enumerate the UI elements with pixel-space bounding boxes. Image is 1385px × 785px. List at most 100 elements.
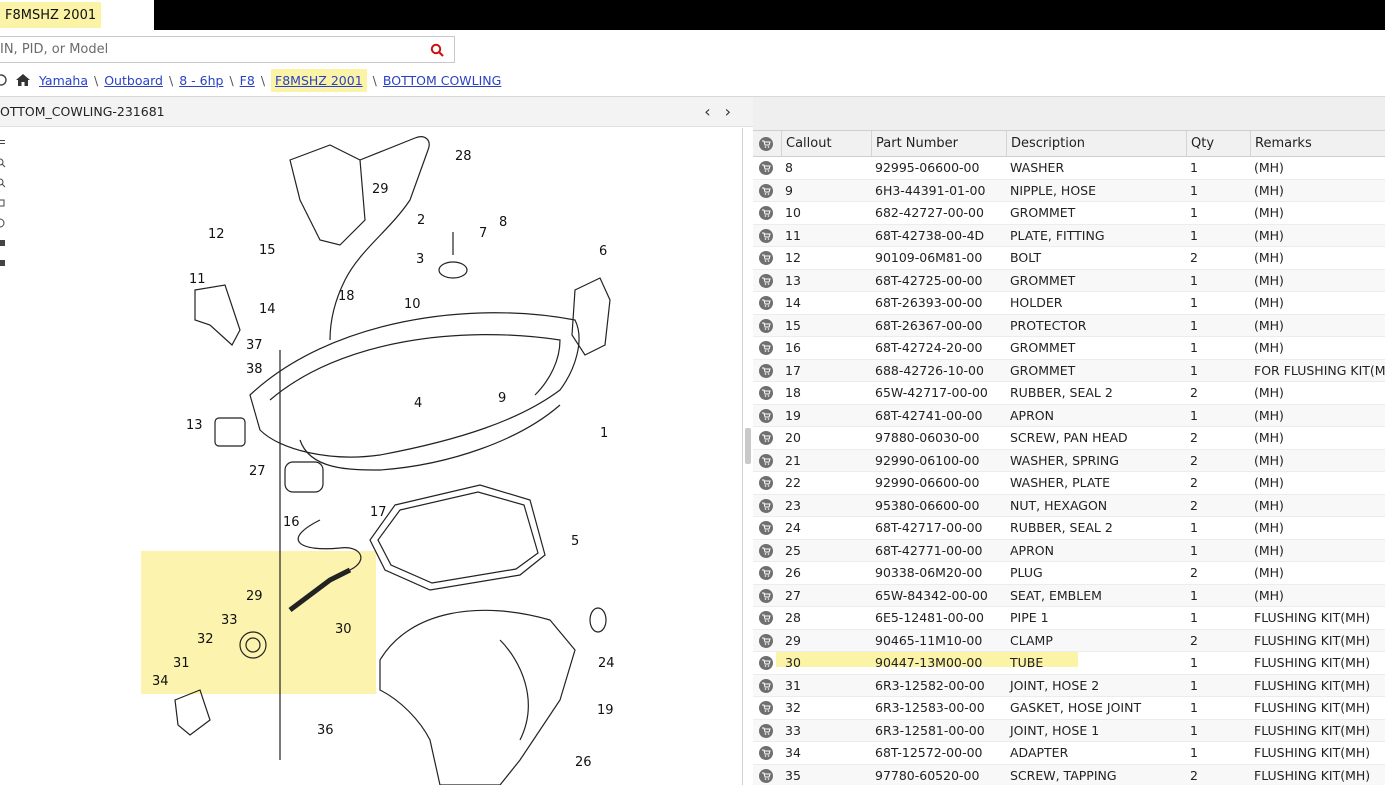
table-row[interactable]: 25 68T-42771-00-00 APRON 1 (MH) xyxy=(753,539,1385,562)
header-description[interactable]: Description xyxy=(1006,131,1186,156)
add-to-cart-button[interactable] xyxy=(753,183,781,198)
add-to-cart-button[interactable] xyxy=(753,610,781,626)
add-to-cart-button[interactable] xyxy=(753,543,781,558)
add-to-cart-button[interactable] xyxy=(753,318,781,333)
table-row[interactable]: 8 92995-06600-00 WASHER 1 (MH) xyxy=(753,157,1385,180)
table-row[interactable]: 28 6E5-12481-00-00 PIPE 1 1 FLUSHING KIT(MH) xyxy=(753,607,1385,630)
splitter-handle[interactable] xyxy=(745,428,751,464)
table-row[interactable]: 30 90447-13M00-00 TUBE 1 FLUSHING KIT(MH) xyxy=(753,652,1385,675)
table-row[interactable]: 24 68T-42717-00-00 RUBBER, SEAL 2 1 (MH) xyxy=(753,517,1385,540)
table-row[interactable]: 34 68T-12572-00-00 ADAPTER 1 FLUSHING KIT(MH… xyxy=(753,742,1385,765)
add-to-cart-button[interactable] xyxy=(753,295,781,311)
panel-splitter[interactable] xyxy=(742,128,752,785)
callout-label[interactable]: 29 xyxy=(246,589,263,604)
callout-label[interactable]: 10 xyxy=(404,297,421,312)
callout-label[interactable]: 15 xyxy=(259,243,276,258)
callout-label[interactable]: 38 xyxy=(246,362,263,377)
add-to-cart-button[interactable] xyxy=(753,678,781,693)
add-to-cart-button[interactable] xyxy=(753,655,781,671)
zoom-in-icon[interactable] xyxy=(0,153,10,173)
download-icon[interactable] xyxy=(0,253,10,273)
callout-label[interactable]: 9 xyxy=(498,391,506,406)
add-to-cart-button[interactable] xyxy=(753,160,781,176)
table-row[interactable]: 9 6H3-44391-01-00 NIPPLE, HOSE 1 (MH) xyxy=(753,179,1385,202)
table-row[interactable]: 18 65W-42717-00-00 RUBBER, SEAL 2 2 (MH) xyxy=(753,382,1385,405)
table-row[interactable]: 23 95380-06600-00 NUT, HEXAGON 2 (MH) xyxy=(753,494,1385,517)
zoom-out-icon[interactable] xyxy=(0,173,10,193)
add-to-cart-button[interactable] xyxy=(753,340,781,356)
add-to-cart-button[interactable] xyxy=(753,408,781,423)
add-to-cart-button[interactable] xyxy=(753,205,781,221)
breadcrumb-hp-range[interactable]: 8 - 6hp xyxy=(179,73,223,88)
breadcrumb-model[interactable]: F8MSHZ 2001 xyxy=(275,73,363,88)
add-to-cart-button[interactable] xyxy=(753,453,781,468)
callout-label[interactable]: 7 xyxy=(479,226,487,241)
add-to-cart-button[interactable] xyxy=(753,250,781,266)
add-to-cart-button[interactable] xyxy=(753,768,781,783)
search-input[interactable] xyxy=(0,37,420,62)
add-to-cart-button[interactable] xyxy=(753,565,781,581)
add-to-cart-button[interactable] xyxy=(753,475,781,491)
callout-label[interactable]: 27 xyxy=(249,464,266,479)
print-icon[interactable] xyxy=(0,233,10,253)
header-remarks[interactable]: Remarks xyxy=(1250,131,1385,156)
callout-label[interactable]: 28 xyxy=(455,149,472,164)
callout-label[interactable]: 1 xyxy=(600,426,608,441)
callout-label[interactable]: 29 xyxy=(372,182,389,197)
callout-label[interactable]: 32 xyxy=(197,632,214,647)
table-row[interactable]: 17 688-42726-10-00 GROMMET 1 FOR FLUSHING KI… xyxy=(753,359,1385,382)
header-callout[interactable]: Callout xyxy=(781,131,871,156)
callout-label[interactable]: 6 xyxy=(599,244,607,259)
table-row[interactable]: 29 90465-11M10-00 CLAMP 2 FLUSHING KIT(MH) xyxy=(753,629,1385,652)
add-to-cart-button[interactable] xyxy=(753,363,781,378)
table-row[interactable]: 27 65W-84342-00-00 SEAT, EMBLEM 1 (MH) xyxy=(753,584,1385,607)
callout-label[interactable]: 2 xyxy=(417,213,425,228)
add-to-cart-button[interactable] xyxy=(753,430,781,446)
breadcrumb-yamaha[interactable]: Yamaha xyxy=(39,73,88,88)
add-to-cart-button[interactable] xyxy=(753,723,781,738)
callout-label[interactable]: 33 xyxy=(221,613,238,628)
table-row[interactable]: 22 92990-06600-00 WASHER, PLATE 2 (MH) xyxy=(753,472,1385,495)
callout-label[interactable]: 17 xyxy=(370,505,387,520)
callout-label[interactable]: 13 xyxy=(186,418,203,433)
table-row[interactable]: 21 92990-06100-00 WASHER, SPRING 2 (MH) xyxy=(753,449,1385,472)
table-row[interactable]: 14 68T-26393-00-00 HOLDER 1 (MH) xyxy=(753,292,1385,315)
callout-label[interactable]: 18 xyxy=(338,289,355,304)
table-row[interactable]: 15 68T-26367-00-00 PROTECTOR 1 (MH) xyxy=(753,314,1385,337)
callout-label[interactable]: 36 xyxy=(317,723,334,738)
table-row[interactable]: 12 90109-06M81-00 BOLT 2 (MH) xyxy=(753,247,1385,270)
tab-model[interactable]: F8MSHZ 2001 xyxy=(0,0,154,30)
callout-label[interactable]: 5 xyxy=(571,534,579,549)
previous-diagram-button[interactable]: ‹ xyxy=(704,102,710,121)
callout-label[interactable]: 37 xyxy=(246,338,263,353)
table-row[interactable]: 10 682-42727-00-00 GROMMET 1 (MH) xyxy=(753,202,1385,225)
callout-label[interactable]: 3 xyxy=(416,252,424,267)
add-to-cart-button[interactable] xyxy=(753,633,781,648)
add-to-cart-button[interactable] xyxy=(753,745,781,761)
table-row[interactable]: 31 6R3-12582-00-00 JOINT, HOSE 2 1 FLUSHING … xyxy=(753,674,1385,697)
table-row[interactable]: 26 90338-06M20-00 PLUG 2 (MH) xyxy=(753,562,1385,585)
callout-label[interactable]: 31 xyxy=(173,656,190,671)
history-icon[interactable] xyxy=(0,73,9,87)
callout-label[interactable]: 19 xyxy=(597,703,614,718)
table-row[interactable]: 16 68T-42724-20-00 GROMMET 1 (MH) xyxy=(753,337,1385,360)
search-button[interactable] xyxy=(420,37,454,62)
add-to-cart-button[interactable] xyxy=(753,273,781,288)
add-to-cart-button[interactable] xyxy=(753,228,781,243)
add-to-cart-button[interactable] xyxy=(753,700,781,716)
callout-label[interactable]: 34 xyxy=(152,674,169,689)
callout-label[interactable]: 4 xyxy=(414,396,422,411)
add-to-cart-button[interactable] xyxy=(753,520,781,536)
callout-label[interactable]: 24 xyxy=(598,656,615,671)
next-diagram-button[interactable]: › xyxy=(725,102,731,121)
parts-diagram[interactable]: 28 29 2 7 8 3 6 12 15 11 18 10 14 37 38 … xyxy=(12,128,740,785)
breadcrumb-assembly[interactable]: BOTTOM COWLING xyxy=(383,73,501,88)
callout-label[interactable]: 8 xyxy=(499,215,507,230)
table-row[interactable]: 35 97780-60520-00 SCREW, TAPPING 2 FLUSHING … xyxy=(753,764,1385,785)
table-row[interactable]: 19 68T-42741-00-00 APRON 1 (MH) xyxy=(753,404,1385,427)
reset-icon[interactable] xyxy=(0,213,10,233)
add-to-cart-button[interactable] xyxy=(753,498,781,513)
callout-label[interactable]: 26 xyxy=(575,755,592,770)
fit-icon[interactable] xyxy=(0,193,10,213)
callout-label[interactable]: 11 xyxy=(189,272,206,287)
